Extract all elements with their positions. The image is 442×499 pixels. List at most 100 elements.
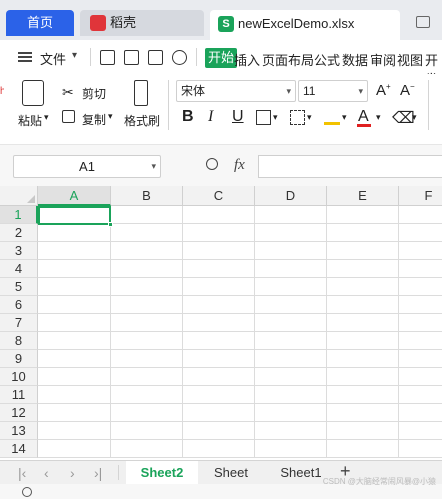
cell-d8[interactable] bbox=[255, 332, 327, 350]
cell-c7[interactable] bbox=[183, 314, 255, 332]
cell-a4[interactable] bbox=[38, 260, 111, 278]
cell-d2[interactable] bbox=[255, 224, 327, 242]
cell-b8[interactable] bbox=[111, 332, 183, 350]
cell-e11[interactable] bbox=[327, 386, 399, 404]
cell-c1[interactable] bbox=[183, 206, 255, 224]
cell-e2[interactable] bbox=[327, 224, 399, 242]
chevron-down-icon[interactable]: ▾ bbox=[273, 112, 278, 123]
cell-f2[interactable] bbox=[399, 224, 442, 242]
cut-label[interactable]: 剪切 bbox=[82, 85, 106, 102]
row-header-9[interactable]: 9 bbox=[0, 350, 38, 368]
cell-b10[interactable] bbox=[111, 368, 183, 386]
tab-home[interactable]: 首页 bbox=[6, 10, 74, 36]
cell-c13[interactable] bbox=[183, 422, 255, 440]
cell-d14[interactable] bbox=[255, 440, 327, 458]
menu-review[interactable]: 审阅 bbox=[370, 50, 396, 69]
cell-a10[interactable] bbox=[38, 368, 111, 386]
window-icon[interactable] bbox=[416, 16, 430, 28]
cell-d4[interactable] bbox=[255, 260, 327, 278]
prev-sheet-icon[interactable]: ‹ bbox=[44, 465, 49, 481]
cell-c5[interactable] bbox=[183, 278, 255, 296]
cell-f5[interactable] bbox=[399, 278, 442, 296]
cell-a14[interactable] bbox=[38, 440, 111, 458]
cell-c12[interactable] bbox=[183, 404, 255, 422]
cell-c4[interactable] bbox=[183, 260, 255, 278]
status-icon[interactable] bbox=[22, 487, 32, 497]
cell-a2[interactable] bbox=[38, 224, 111, 242]
cell-f11[interactable] bbox=[399, 386, 442, 404]
cell-b9[interactable] bbox=[111, 350, 183, 368]
format-painter-icon[interactable] bbox=[134, 80, 148, 106]
cell-a7[interactable] bbox=[38, 314, 111, 332]
cell-d13[interactable] bbox=[255, 422, 327, 440]
cell-b4[interactable] bbox=[111, 260, 183, 278]
cell-d5[interactable] bbox=[255, 278, 327, 296]
row-header-6[interactable]: 6 bbox=[0, 296, 38, 314]
sheet-tab-sheet[interactable]: Sheet bbox=[198, 461, 264, 484]
cell-a8[interactable] bbox=[38, 332, 111, 350]
copy-icon[interactable] bbox=[62, 110, 75, 123]
cell-b6[interactable] bbox=[111, 296, 183, 314]
cell-d3[interactable] bbox=[255, 242, 327, 260]
column-header-b[interactable]: B bbox=[111, 186, 183, 206]
cell-a6[interactable] bbox=[38, 296, 111, 314]
underline-icon[interactable]: U bbox=[232, 108, 244, 126]
cell-e5[interactable] bbox=[327, 278, 399, 296]
menu-data[interactable]: 数据 bbox=[342, 50, 368, 69]
column-header-a[interactable]: A bbox=[38, 186, 111, 206]
cell-f7[interactable] bbox=[399, 314, 442, 332]
decrease-font-icon[interactable]: A− bbox=[400, 82, 415, 99]
row-header-14[interactable]: 14 bbox=[0, 440, 38, 458]
sheet-tab-sheet2[interactable]: Sheet2 bbox=[126, 461, 198, 484]
cell-a12[interactable] bbox=[38, 404, 111, 422]
cell-e14[interactable] bbox=[327, 440, 399, 458]
cell-b5[interactable] bbox=[111, 278, 183, 296]
menu-view[interactable]: 视图 bbox=[397, 50, 423, 69]
cell-c10[interactable] bbox=[183, 368, 255, 386]
cell-d11[interactable] bbox=[255, 386, 327, 404]
row-header-7[interactable]: 7 bbox=[0, 314, 38, 332]
active-cell[interactable] bbox=[38, 206, 111, 225]
font-size-select[interactable]: 11 ▾ bbox=[298, 80, 368, 102]
select-all-corner[interactable] bbox=[0, 186, 38, 206]
cell-a9[interactable] bbox=[38, 350, 111, 368]
cell-c6[interactable] bbox=[183, 296, 255, 314]
cell-c8[interactable] bbox=[183, 332, 255, 350]
row-header-4[interactable]: 4 bbox=[0, 260, 38, 278]
zoom-icon[interactable] bbox=[206, 158, 218, 170]
cell-e12[interactable] bbox=[327, 404, 399, 422]
chevron-down-icon[interactable]: ▾ bbox=[342, 112, 347, 123]
cell-e4[interactable] bbox=[327, 260, 399, 278]
column-header-c[interactable]: C bbox=[183, 186, 255, 206]
column-header-e[interactable]: E bbox=[327, 186, 399, 206]
last-sheet-icon[interactable]: ›| bbox=[94, 465, 102, 481]
column-header-d[interactable]: D bbox=[255, 186, 327, 206]
row-header-11[interactable]: 11 bbox=[0, 386, 38, 404]
format-painter-label[interactable]: 格式刷 bbox=[124, 112, 160, 129]
row-header-13[interactable]: 13 bbox=[0, 422, 38, 440]
cell-f12[interactable] bbox=[399, 404, 442, 422]
cell-c9[interactable] bbox=[183, 350, 255, 368]
paste-icon[interactable] bbox=[22, 80, 44, 106]
first-sheet-icon[interactable]: |‹ bbox=[18, 465, 26, 481]
cell-b1[interactable] bbox=[111, 206, 183, 224]
cell-e9[interactable] bbox=[327, 350, 399, 368]
tab-file[interactable]: S newExcelDemo.xlsx bbox=[210, 10, 400, 40]
font-name-select[interactable]: 宋体 ▾ bbox=[176, 80, 296, 102]
cell-c2[interactable] bbox=[183, 224, 255, 242]
cell-a11[interactable] bbox=[38, 386, 111, 404]
row-header-12[interactable]: 12 bbox=[0, 404, 38, 422]
cell-d7[interactable] bbox=[255, 314, 327, 332]
cell-e1[interactable] bbox=[327, 206, 399, 224]
cell-a13[interactable] bbox=[38, 422, 111, 440]
cell-d12[interactable] bbox=[255, 404, 327, 422]
menu-page-layout[interactable]: 页面布局 bbox=[262, 50, 314, 69]
row-header-10[interactable]: 10 bbox=[0, 368, 38, 386]
cell-f4[interactable] bbox=[399, 260, 442, 278]
cell-c11[interactable] bbox=[183, 386, 255, 404]
next-sheet-icon[interactable]: › bbox=[70, 465, 75, 481]
cell-f10[interactable] bbox=[399, 368, 442, 386]
save-icon[interactable] bbox=[100, 50, 115, 65]
cell-e13[interactable] bbox=[327, 422, 399, 440]
undo-icon[interactable] bbox=[172, 50, 187, 65]
